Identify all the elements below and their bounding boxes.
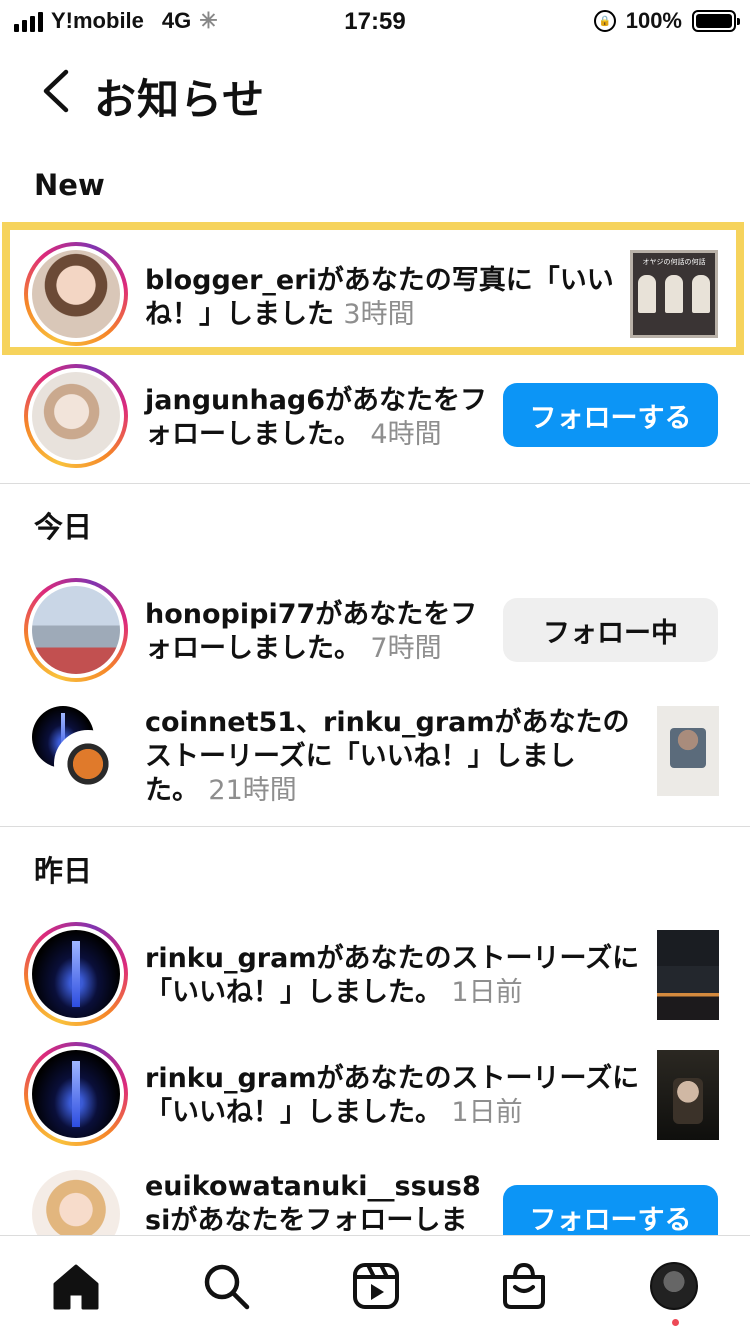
rotation-lock-icon: 🔒 — [593, 10, 616, 32]
story-thumbnail[interactable] — [657, 706, 719, 796]
notification-username[interactable]: jangunhag6 — [145, 385, 325, 416]
notification-text: rinku_gramがあなたのストーリーズに 「いいね！」しました。 1日前 — [145, 943, 640, 1008]
avatar[interactable] — [32, 1170, 120, 1235]
notification-row[interactable]: rinku_gramがあなたのストーリーズに 「いいね！」しました。 1日前 — [0, 922, 750, 1028]
notification-text: honopipi77があなたをフ ォローしました。 7時間 — [145, 599, 478, 664]
tab-shop[interactable] — [498, 1260, 550, 1312]
notification-username[interactable]: coinnet51、rinku_gram — [145, 707, 495, 738]
avatar[interactable] — [24, 578, 128, 682]
battery-icon — [692, 10, 740, 32]
notification-username[interactable]: rinku_gram — [145, 1063, 316, 1094]
notification-text: coinnet51、rinku_gramがあなたの ストーリーズに「いいね！」し… — [145, 707, 630, 806]
notification-row[interactable]: coinnet51、rinku_gramがあなたの ストーリーズに「いいね！」し… — [0, 704, 750, 814]
battery-percent: 100% — [625, 8, 682, 33]
avatar[interactable] — [24, 922, 128, 1026]
follow-button[interactable]: フォローする — [503, 1185, 718, 1235]
notification-message: ね！」しました — [145, 299, 334, 330]
divider — [0, 826, 750, 827]
notification-text: blogger_eriがあなたの写真に「いい ね！」しました 3時間 — [145, 264, 614, 332]
avatar[interactable] — [24, 364, 128, 468]
notification-username[interactable]: euikowatanuki__ssus8 — [145, 1171, 481, 1202]
notification-time: 1日前 — [451, 1097, 523, 1128]
notification-row[interactable]: rinku_gramがあなたのストーリーズに 「いいね！」しました。 1日前 — [0, 1042, 750, 1148]
back-button[interactable] — [38, 68, 78, 114]
tab-home[interactable] — [50, 1260, 102, 1312]
notification-row[interactable]: honopipi77があなたをフ ォローしました。 7時間 フォロー中 — [0, 578, 750, 684]
notification-time: 4時間 — [370, 419, 442, 450]
post-thumbnail[interactable]: オヤジの何話の何話 — [630, 250, 718, 338]
home-icon — [53, 1264, 99, 1310]
notification-time: 7時間 — [370, 633, 442, 664]
follow-button[interactable]: フォローする — [503, 383, 718, 447]
notification-time: 3時間 — [343, 299, 415, 330]
tab-reels[interactable] — [350, 1260, 402, 1312]
reels-icon — [353, 1263, 399, 1309]
notification-row[interactable]: jangunhag6があなたをフ ォローしました。 4時間 フォローする — [0, 364, 750, 470]
status-bar: Y!mobile 4G ✳ 17:59 🔒 100% — [0, 0, 750, 44]
section-yesterday: 昨日 — [34, 854, 93, 888]
page-title: お知らせ — [94, 75, 266, 124]
chevron-left-icon — [43, 69, 69, 113]
notification-text: jangunhag6があなたをフ ォローしました。 4時間 — [145, 385, 488, 450]
divider — [0, 483, 750, 484]
status-right: 🔒 100% — [593, 8, 740, 34]
avatar[interactable] — [24, 242, 128, 346]
avatar[interactable] — [24, 1042, 128, 1146]
shop-icon — [503, 1262, 545, 1309]
notification-username[interactable]: honopipi77 — [145, 599, 315, 630]
story-thumbnail[interactable] — [657, 1050, 719, 1140]
following-button[interactable]: フォロー中 — [503, 598, 718, 662]
notification-username[interactable]: blogger_eriがあなたの写真に「いい — [145, 265, 614, 296]
tab-bar — [0, 1235, 750, 1334]
notification-time: 1日前 — [451, 977, 523, 1008]
avatar — [54, 730, 122, 798]
section-new: New — [34, 168, 105, 202]
tab-search[interactable] — [200, 1260, 252, 1312]
section-today: 今日 — [34, 510, 93, 544]
notification-row[interactable]: blogger_eriがあなたの写真に「いい ね！」しました 3時間 オヤジの何… — [0, 242, 750, 348]
notification-dot — [672, 1319, 679, 1326]
search-icon — [204, 1264, 250, 1310]
header: お知らせ — [0, 56, 750, 126]
notification-time: 21時間 — [208, 775, 297, 806]
group-avatar[interactable] — [32, 706, 132, 806]
notification-text: rinku_gramがあなたのストーリーズに 「いいね！」しました。 1日前 — [145, 1063, 640, 1128]
notification-row[interactable]: euikowatanuki__ssus8 siがあなたをフォローしま フォローす… — [0, 1168, 750, 1235]
tab-profile-avatar[interactable] — [650, 1262, 698, 1310]
notification-text: euikowatanuki__ssus8 siがあなたをフォローしま — [145, 1171, 481, 1235]
story-thumbnail[interactable] — [657, 930, 719, 1020]
notification-username[interactable]: rinku_gram — [145, 943, 316, 974]
